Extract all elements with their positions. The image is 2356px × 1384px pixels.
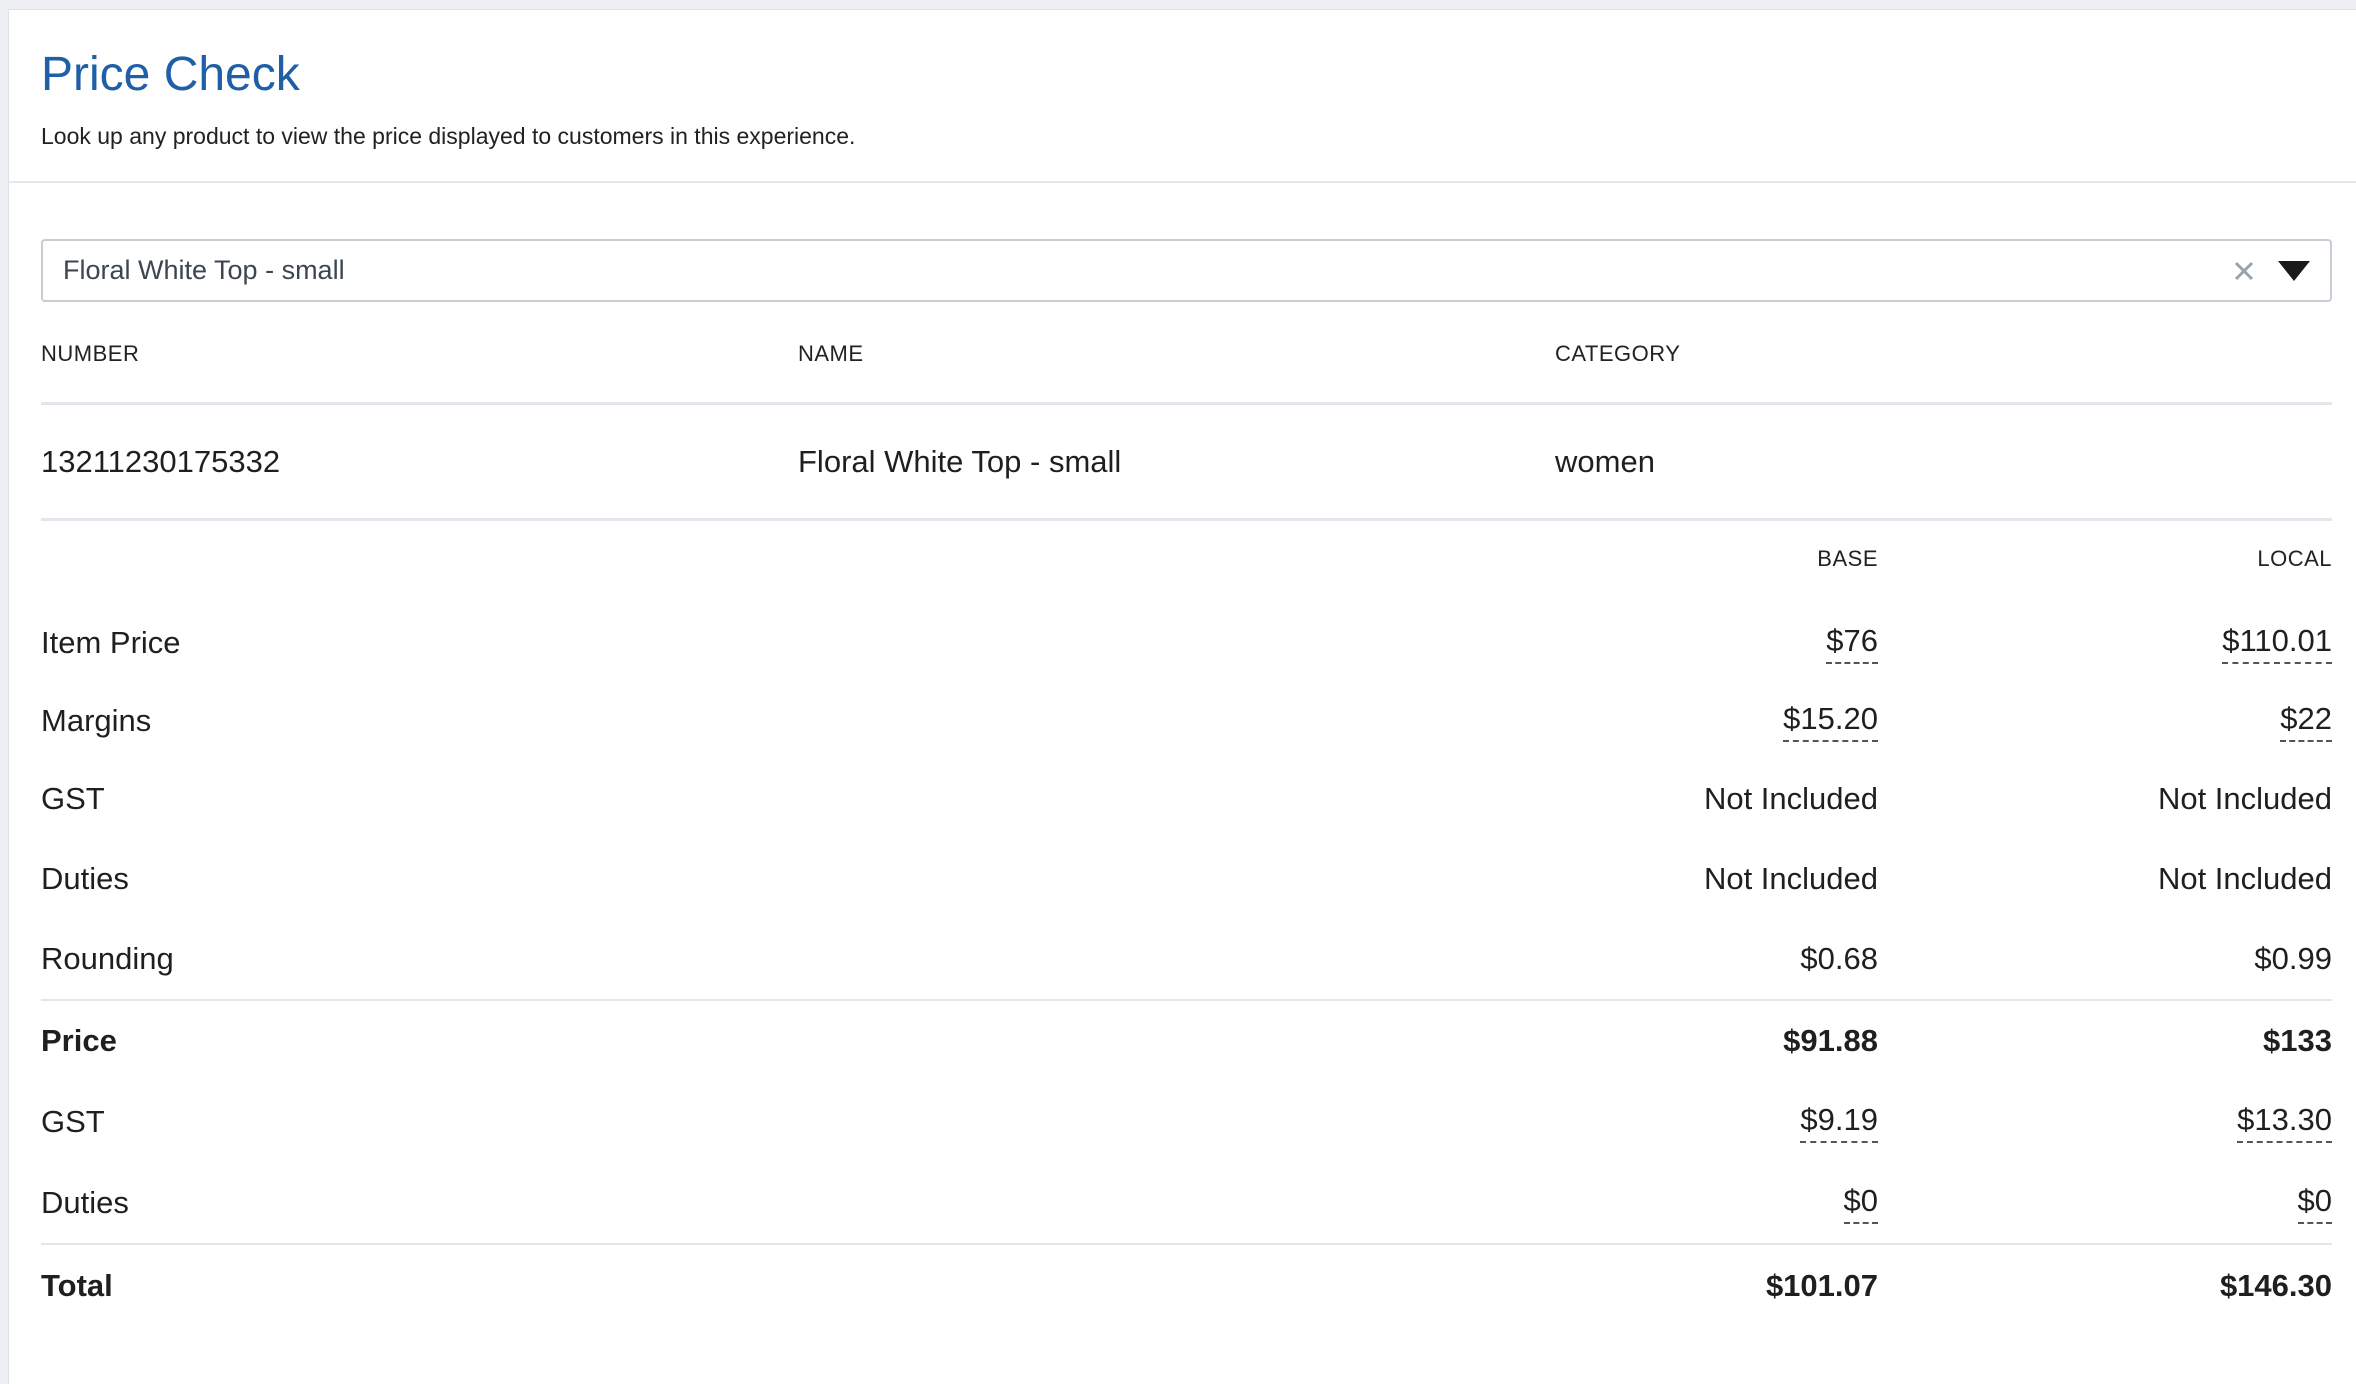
column-header-category: CATEGORY (1555, 341, 1681, 366)
price-row-price: Price $91.88 $133 (41, 1001, 2332, 1081)
row-label: Duties (41, 1185, 129, 1220)
price-row-gst-amount: GST $9.19 $13.30 (41, 1081, 2332, 1163)
table-row: 13211230175332 Floral White Top - small … (41, 405, 2332, 521)
price-row-duties-amount: Duties $0 $0 (41, 1163, 2332, 1245)
margins-base-value[interactable]: $15.20 (1783, 701, 1878, 742)
row-label: Duties (41, 861, 129, 896)
duties-amount-base-value[interactable]: $0 (1843, 1183, 1878, 1224)
rounding-local-value: $0.99 (2254, 941, 2332, 976)
product-table-header: NUMBER NAME CATEGORY (41, 302, 2332, 405)
row-label: Margins (41, 703, 152, 738)
product-table: NUMBER NAME CATEGORY 13211230175332 Flor… (41, 302, 2332, 521)
page-subtitle: Look up any product to view the price di… (41, 123, 856, 149)
product-select-value: Floral White Top - small (63, 255, 345, 285)
price-row-duties: Duties Not Included Not Included (41, 839, 2332, 919)
gst-local-value: Not Included (2157, 781, 2332, 816)
price-row-gst: GST Not Included Not Included (41, 759, 2332, 839)
price-row-margins: Margins $15.20 $22 (41, 683, 2332, 759)
price-local-value: $133 (2263, 1023, 2332, 1058)
column-header-local: LOCAL (2257, 546, 2332, 571)
duties-local-value: Not Included (2157, 861, 2332, 896)
total-local-value: $146.30 (2219, 1268, 2332, 1303)
item-price-local-value[interactable]: $110.01 (2222, 623, 2332, 664)
card-header: Price Check Look up any product to view … (9, 10, 2356, 183)
total-base-value: $101.07 (1765, 1268, 1878, 1303)
row-label: Rounding (41, 941, 174, 976)
price-row-item-price: Item Price $76 $110.01 (41, 593, 2332, 683)
card-body: Floral White Top - small NUMBER NAME CAT… (9, 239, 2356, 1327)
select-controls (2230, 241, 2312, 300)
row-label: Item Price (41, 625, 181, 660)
column-header-number: NUMBER (41, 341, 140, 366)
row-label: Price (41, 1023, 117, 1058)
price-check-card: Price Check Look up any product to view … (8, 9, 2356, 1384)
page-title: Price Check (41, 48, 300, 101)
row-label: GST (41, 781, 105, 816)
row-label: Total (41, 1268, 113, 1303)
price-base-value: $91.88 (1783, 1023, 1878, 1058)
column-header-name: NAME (798, 341, 864, 366)
price-row-rounding: Rounding $0.68 $0.99 (41, 919, 2332, 1001)
product-category: women (1555, 443, 1655, 479)
gst-amount-base-value[interactable]: $9.19 (1800, 1102, 1878, 1143)
price-table-header: BASE LOCAL (41, 521, 2332, 593)
duties-amount-local-value[interactable]: $0 (2297, 1183, 2332, 1224)
caret-down-icon[interactable] (2276, 259, 2312, 283)
close-icon[interactable] (2230, 257, 2258, 285)
item-price-base-value[interactable]: $76 (1826, 623, 1878, 664)
column-header-base: BASE (1817, 546, 1878, 571)
row-label: GST (41, 1104, 105, 1139)
gst-amount-local-value[interactable]: $13.30 (2237, 1102, 2332, 1143)
product-number: 13211230175332 (41, 443, 281, 479)
product-name: Floral White Top - small (798, 443, 1122, 479)
duties-base-value: Not Included (1703, 861, 1878, 896)
rounding-base-value: $0.68 (1800, 941, 1878, 976)
gst-base-value: Not Included (1703, 781, 1878, 816)
price-row-total: Total $101.07 $146.30 (41, 1245, 2332, 1327)
product-select[interactable]: Floral White Top - small (41, 239, 2332, 302)
margins-local-value[interactable]: $22 (2280, 701, 2332, 742)
price-table: BASE LOCAL Item Price $76 $110.01 Margin… (41, 521, 2332, 1327)
